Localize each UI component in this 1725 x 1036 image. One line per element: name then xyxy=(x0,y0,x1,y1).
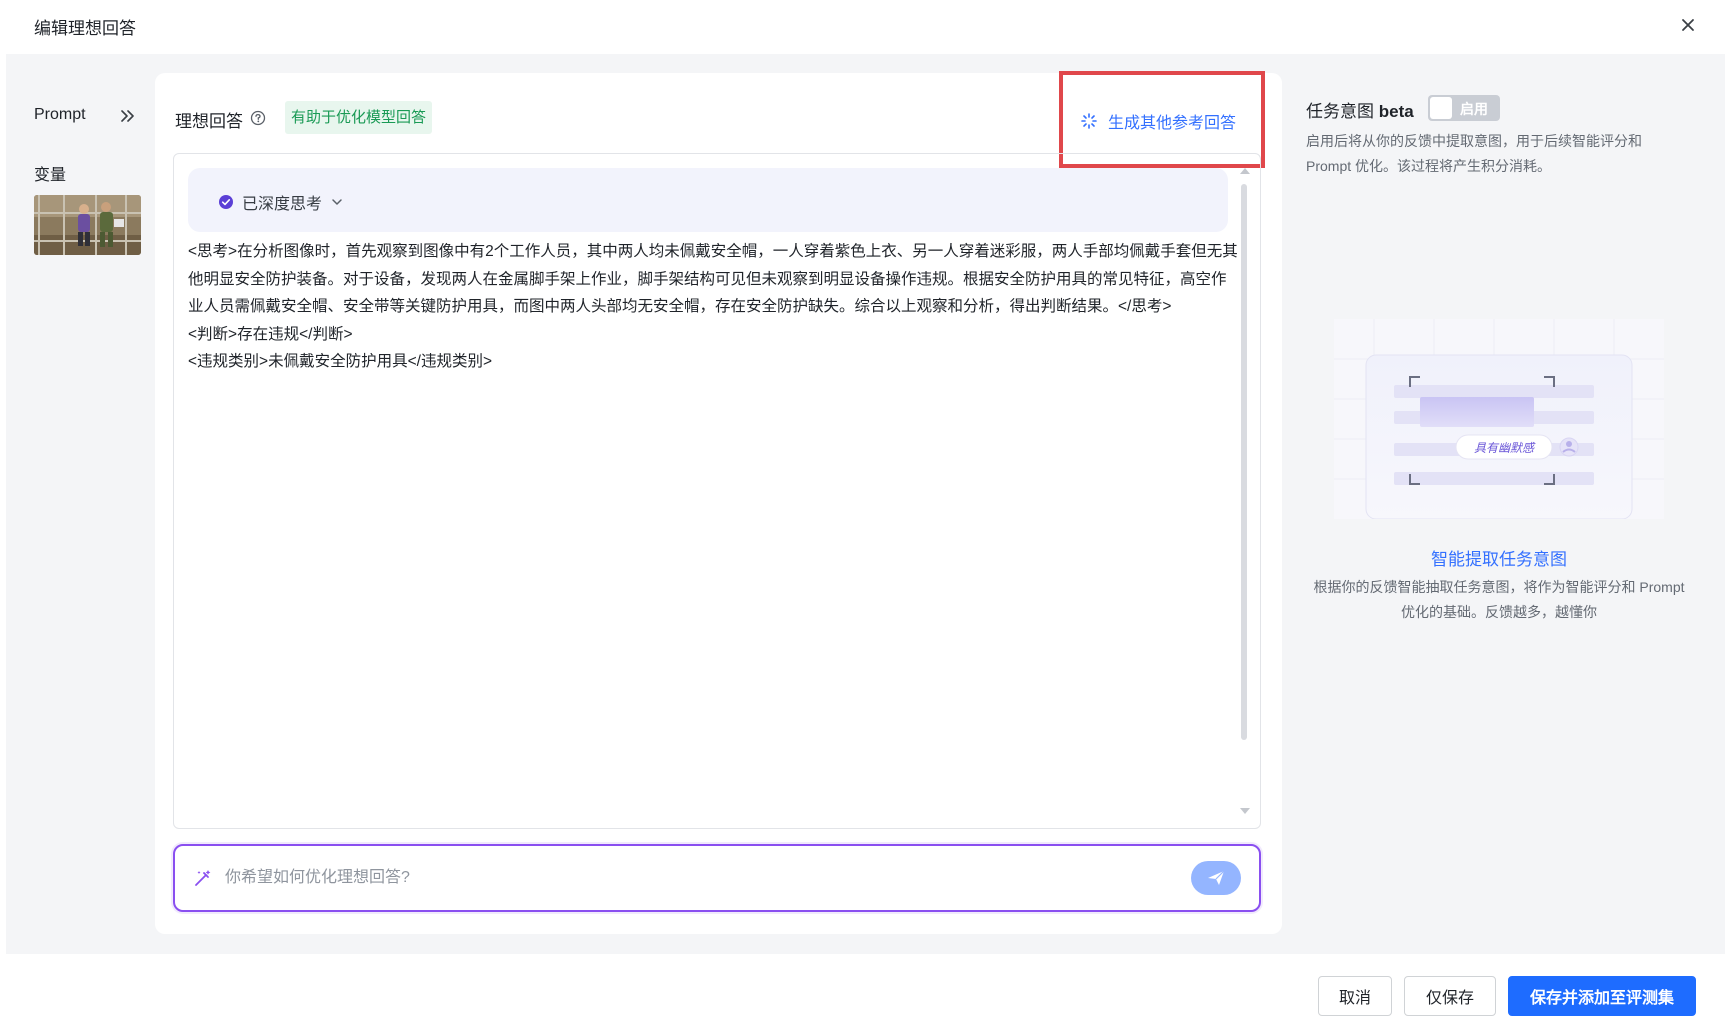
generate-other-answers-button[interactable]: 生成其他参考回答 xyxy=(1080,109,1236,133)
magic-wand-icon xyxy=(193,868,213,888)
answer-text[interactable]: <思考>在分析图像时，首先观察到图像中有2个工作人员，其中两人均未佩戴安全帽，一… xyxy=(188,238,1238,376)
illustration-title: 智能提取任务意图 xyxy=(1431,550,1567,569)
help-icon[interactable] xyxy=(250,110,266,126)
task-intent-title: 任务意图 beta xyxy=(1306,97,1414,122)
prompt-label: Prompt xyxy=(34,106,86,123)
thinking-toggle[interactable]: 已深度思考 xyxy=(218,190,344,214)
save-only-button[interactable]: 仅保存 xyxy=(1404,976,1496,1016)
cancel-button[interactable]: 取消 xyxy=(1318,976,1392,1016)
intent-illustration: 具有幽默感 xyxy=(1334,319,1664,520)
check-circle-icon xyxy=(219,195,233,209)
modal-title: 编辑理想回答 xyxy=(34,19,136,38)
modal-footer: 取消 仅保存 保存并添加至评测集 xyxy=(6,954,1725,1036)
send-button[interactable] xyxy=(1191,861,1241,895)
send-icon xyxy=(1208,870,1225,885)
beta-label: beta xyxy=(1378,102,1414,121)
ideal-answer-card: 理想回答 有助于优化模型回答 生成其他参考回答 已深度思考 <思考>在分析图像时… xyxy=(155,71,1282,934)
optimize-input-box xyxy=(173,844,1261,912)
hint-tag: 有助于优化模型回答 xyxy=(285,101,433,134)
enable-toggle[interactable]: 启用 xyxy=(1428,95,1500,121)
double-chevron-right-icon[interactable] xyxy=(118,106,138,126)
task-intent-panel: 任务意图 beta 启用 启用后将从你的反馈中提取意图，用于后续智能评分和 Pr… xyxy=(1306,73,1696,934)
optimize-input[interactable] xyxy=(225,862,1125,894)
save-and-add-button[interactable]: 保存并添加至评测集 xyxy=(1508,976,1696,1016)
variables-label: 变量 xyxy=(34,167,67,184)
toggle-label: 启用 xyxy=(1460,101,1488,117)
prompt-nav-item[interactable]: Prompt xyxy=(34,104,154,128)
task-intent-title-text: 任务意图 xyxy=(1306,102,1374,121)
illustration-description: 根据你的反馈智能抽取任务意图，将作为智能评分和 Prompt 优化的基础。反馈越… xyxy=(1313,579,1685,620)
modal-header: 编辑理想回答 xyxy=(6,0,1725,54)
answer-editor[interactable]: 已深度思考 <思考>在分析图像时，首先观察到图像中有2个工作人员，其中两人均未佩… xyxy=(173,153,1261,829)
toggle-knob xyxy=(1430,97,1452,119)
thinking-panel: 已深度思考 xyxy=(188,168,1228,232)
chevron-down-icon xyxy=(332,199,342,205)
variable-image-thumbnail[interactable] xyxy=(34,195,141,255)
task-intent-description: 启用后将从你的反馈中提取意图，用于后续智能评分和 Prompt 优化。该过程将产… xyxy=(1306,133,1642,174)
edit-ideal-answer-modal: 编辑理想回答 Prompt 变量 理想回答 有助于优化模型回答 生成其他参考回答… xyxy=(6,0,1725,1036)
sparkle-icon xyxy=(1081,113,1097,129)
editor-scrollbar[interactable] xyxy=(1238,168,1252,816)
close-icon[interactable] xyxy=(1677,14,1699,36)
scroll-thumb[interactable] xyxy=(1241,184,1247,740)
ideal-answer-label: 理想回答 xyxy=(175,112,243,131)
illustration-tag: 具有幽默感 xyxy=(1474,441,1536,455)
scroll-up-arrow[interactable] xyxy=(1240,168,1250,174)
thinking-label: 已深度思考 xyxy=(242,196,323,213)
generate-other-answers-label: 生成其他参考回答 xyxy=(1108,115,1237,132)
scroll-down-arrow[interactable] xyxy=(1240,808,1250,814)
